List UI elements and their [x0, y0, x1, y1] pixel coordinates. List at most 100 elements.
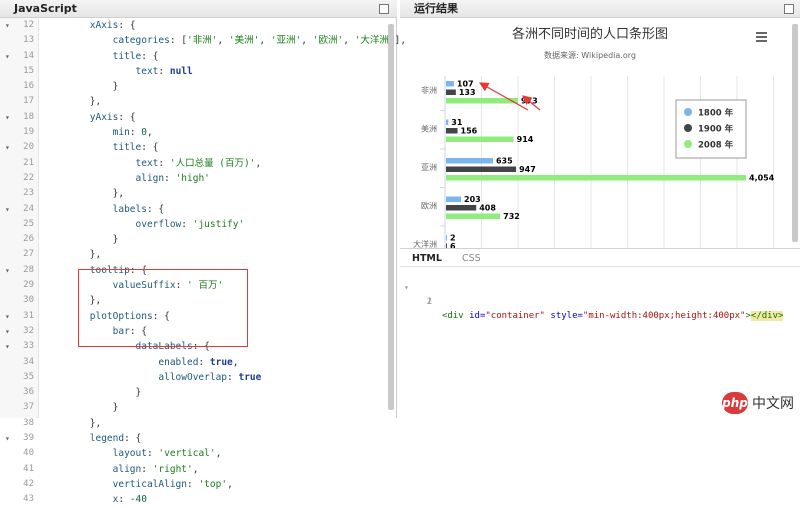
- line-number: 40: [23, 448, 34, 459]
- line-number: 20: [23, 142, 34, 153]
- code-line: ▾ 18 yAxis: {: [0, 110, 397, 125]
- code-text: layout: 'vertical',: [112, 448, 222, 460]
- line-number: 28: [23, 264, 34, 275]
- bar[interactable]: [446, 81, 454, 87]
- result-scrollbar[interactable]: [792, 24, 798, 242]
- code-text: xAxis: {: [89, 20, 136, 31]
- line-number: 18: [23, 111, 34, 122]
- category-label: 亚洲: [421, 163, 437, 172]
- code-text: legend: {: [89, 433, 142, 445]
- line-number: 34: [23, 356, 34, 367]
- legend-marker[interactable]: [684, 124, 692, 132]
- code-text: title: {: [112, 142, 159, 154]
- bar[interactable]: [446, 89, 456, 96]
- code-text: x: -40: [112, 494, 147, 506]
- code-line: 27 },: [0, 247, 397, 262]
- line-number: 15: [23, 65, 34, 76]
- code-text: },: [44, 188, 125, 200]
- code-line: 25 overflow: 'justify': [0, 217, 397, 232]
- bar[interactable]: [446, 119, 449, 126]
- line-number: 29: [23, 280, 34, 291]
- code-text: align: 'high': [135, 172, 210, 184]
- bar[interactable]: [446, 166, 517, 173]
- legend-item[interactable]: 2008 年: [698, 140, 734, 151]
- code-editor[interactable]: ▾ 12 xAxis: {13 categories: ['非洲', '美洲', …: [0, 18, 406, 508]
- result-panel: 运行结果 各洲不同时间的人口条形图 数据来源: Wikipedia.org 非洲…: [400, 0, 800, 418]
- code-line: ▾ 1 <div id="container" style="min-width…: [400, 267, 800, 321]
- category-label: 大洋洲: [413, 239, 437, 248]
- category-labels: 非洲美洲亚洲欧洲大洋洲: [413, 85, 445, 248]
- line-number: 25: [23, 218, 34, 229]
- line-number: 31: [23, 310, 34, 321]
- bar[interactable]: [446, 136, 514, 143]
- bar[interactable]: [446, 243, 447, 249]
- line-number: 41: [23, 463, 34, 474]
- code-line: 23 },: [0, 186, 397, 201]
- code-line: 42 verticalAlign: 'top',: [0, 477, 397, 492]
- tab-html[interactable]: HTML: [412, 253, 442, 264]
- bar[interactable]: [446, 196, 462, 203]
- code-line: ▾ 12 xAxis: {: [0, 18, 397, 33]
- line-number: 12: [23, 20, 34, 30]
- code-text: align: 'right',: [112, 463, 199, 475]
- php-logo-icon: php: [722, 392, 748, 414]
- legend-marker[interactable]: [684, 140, 692, 148]
- code-line: 43 x: -40: [0, 492, 397, 507]
- code-scrollbar[interactable]: [388, 24, 394, 410]
- hamburger-menu-icon[interactable]: [756, 32, 767, 42]
- code-text: }: [44, 387, 142, 399]
- javascript-panel-header: JavaScript: [0, 0, 397, 18]
- html-editor[interactable]: ▾ 1 <div id="container" style="min-width…: [400, 267, 800, 321]
- result-panel-header: 运行结果: [400, 0, 800, 18]
- bar[interactable]: [446, 158, 493, 164]
- bar[interactable]: [446, 128, 458, 134]
- code-line: 2: [400, 281, 800, 307]
- code-line: 36 }: [0, 385, 397, 400]
- code-line: 22 align: 'high': [0, 171, 397, 186]
- bar[interactable]: [446, 175, 746, 181]
- watermark-text: 中文网: [752, 396, 794, 412]
- code-text: },: [44, 417, 102, 429]
- maximize-icon[interactable]: [379, 4, 389, 14]
- legend-item[interactable]: 1800 年: [698, 108, 734, 119]
- result-panel-title: 运行结果: [414, 2, 458, 15]
- chart-legend: 1800 年 1900 年 2008 年: [675, 99, 747, 159]
- line-number: 30: [23, 295, 34, 306]
- line-number: 22: [23, 172, 34, 183]
- data-label: 4,054: [749, 174, 775, 183]
- code-line: 35 allowOverlap: true: [0, 370, 397, 385]
- data-label: 947: [519, 165, 536, 174]
- data-label: 156: [461, 127, 478, 136]
- code-text: }: [44, 81, 119, 93]
- code-text: },: [44, 96, 102, 108]
- category-label: 欧洲: [421, 201, 437, 211]
- line-number: 17: [23, 96, 34, 107]
- maximize-icon[interactable]: [784, 4, 794, 14]
- code-line: 26 }: [0, 232, 397, 247]
- code-line: 21 text: '人口总量 (百万)',: [0, 156, 397, 171]
- chart-title: 各洲不同时间的人口条形图: [512, 26, 668, 42]
- code-text: allowOverlap: true: [158, 371, 262, 383]
- legend-item[interactable]: 1900 年: [698, 124, 734, 135]
- code-text: text: null: [135, 65, 193, 77]
- line-number: 43: [23, 494, 34, 505]
- code-line: 41 align: 'right',: [0, 462, 397, 477]
- line-number: 21: [23, 157, 34, 168]
- line-number: 19: [23, 127, 34, 138]
- bar[interactable]: [446, 205, 477, 211]
- line-number: 24: [23, 203, 34, 214]
- bar[interactable]: [446, 235, 447, 241]
- legend-marker[interactable]: [684, 108, 692, 116]
- code-text: }: [44, 234, 119, 246]
- bar[interactable]: [446, 213, 501, 220]
- data-label: 408: [479, 204, 496, 213]
- editor-tabs: HTML CSS: [400, 250, 800, 267]
- code-line: 16 }: [0, 79, 397, 94]
- code-line: 40 layout: 'vertical',: [0, 446, 397, 461]
- code-text: overflow: 'justify': [135, 218, 245, 230]
- line-number: 23: [23, 188, 34, 199]
- tab-css[interactable]: CSS: [462, 253, 481, 264]
- chart-subtitle: 数据来源: Wikipedia.org: [544, 50, 636, 60]
- line-number: 36: [23, 387, 34, 398]
- line-number: 13: [23, 35, 34, 46]
